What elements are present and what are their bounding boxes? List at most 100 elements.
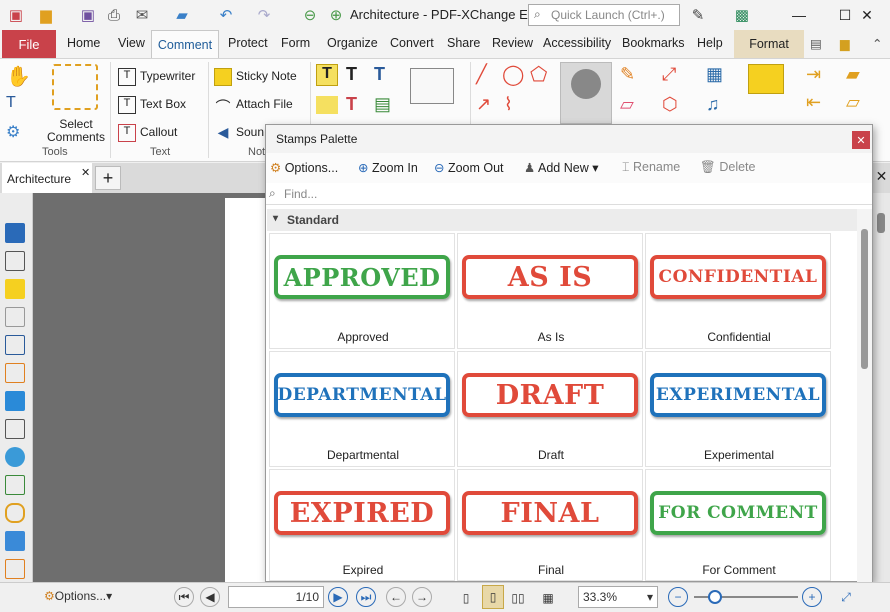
distance-tool-icon[interactable]: ⤢ [662, 64, 676, 85]
close-tab-icon[interactable]: ✕ [81, 166, 90, 179]
close-pane-icon[interactable]: ✕ [873, 168, 890, 190]
palette-scrollbar[interactable] [857, 209, 872, 582]
new-tab-button[interactable]: + [95, 166, 121, 190]
rename-button[interactable]: ⌶ Rename [622, 160, 680, 175]
print-icon[interactable]: ⎙ [104, 5, 124, 25]
find-input[interactable]: ⌕ Find... [266, 183, 872, 205]
quick-launch-input[interactable]: ⌕ Quick Launch (Ctrl+.) [528, 4, 680, 26]
underline-text-icon[interactable]: T [346, 64, 357, 85]
continuous-page-icon[interactable]: ▯ [482, 585, 504, 609]
tab-share[interactable]: Share [447, 36, 480, 50]
continuous-facing-icon[interactable]: ▦ [538, 587, 558, 609]
measure-icon[interactable] [410, 68, 454, 104]
prev-page-button[interactable]: ◀ [200, 587, 220, 607]
hand-tool-icon[interactable]: ✋ [6, 64, 31, 89]
zoom-tool-icon[interactable]: ⚙ [6, 122, 20, 142]
email-icon[interactable]: ✉ [132, 5, 152, 25]
stamp-cell[interactable]: DEPARTMENTAL Departmental [269, 351, 455, 467]
stamp-cell[interactable]: AS IS As Is [457, 233, 643, 349]
vertical-scrollbar[interactable] [873, 193, 890, 582]
redo-icon[interactable]: ↷ [254, 5, 274, 25]
pages-icon[interactable] [5, 251, 25, 271]
first-page-button[interactable]: ⏮ [174, 587, 194, 607]
highlight-text-icon[interactable]: T [316, 64, 338, 86]
area-tool-icon[interactable]: ⬡ [662, 94, 678, 115]
select-text-icon[interactable]: T [6, 94, 16, 112]
attach-file-button[interactable]: ⌒ Attach File [214, 96, 292, 116]
pencil-tool-icon[interactable]: ✎ [620, 64, 635, 85]
save-icon[interactable]: ▣ [78, 5, 98, 25]
oval-tool-icon[interactable]: ◯ [502, 62, 524, 87]
page-number-input[interactable]: 1/10 [228, 586, 324, 608]
tab-review[interactable]: Review [492, 36, 533, 50]
polyline-tool-icon[interactable]: ⌇ [504, 94, 513, 115]
stamp-cell[interactable]: EXPERIMENTAL Experimental [645, 351, 831, 467]
tab-bookmarks[interactable]: Bookmarks [622, 36, 685, 50]
stamp-cell[interactable]: EXPIRED Expired [269, 469, 455, 581]
summarize-comments-icon[interactable] [748, 64, 784, 94]
line-tool-icon[interactable]: ╱ [476, 64, 487, 85]
tab-comment[interactable]: Comment [151, 30, 219, 59]
tab-file[interactable]: File [2, 30, 56, 58]
hide-comments-icon[interactable]: ▱ [846, 92, 860, 113]
scrollbar-thumb[interactable] [877, 213, 885, 233]
select-comments-icon[interactable] [52, 64, 98, 110]
pdf-page[interactable] [225, 198, 270, 582]
document-properties-icon[interactable] [5, 335, 25, 355]
sticky-note-button[interactable]: Sticky Note [214, 68, 297, 86]
single-page-icon[interactable]: ▯ [456, 587, 476, 609]
tab-home[interactable]: Home [67, 36, 100, 50]
signatures-icon[interactable] [5, 363, 25, 383]
layers-icon[interactable] [5, 391, 25, 411]
stamp-cell[interactable]: FOR COMMENT For Comment [645, 469, 831, 581]
open-folder-icon[interactable]: ▆ [36, 5, 56, 25]
location-icon[interactable] [5, 447, 25, 467]
links-icon[interactable] [5, 503, 25, 523]
tags-icon[interactable] [5, 419, 25, 439]
import-comments-icon[interactable]: ⇥ [806, 64, 821, 85]
tab-format[interactable]: Format [734, 30, 804, 58]
select-comments-button[interactable]: Select Comments [44, 118, 108, 144]
section-header-standard[interactable]: ▾ Standard [267, 209, 857, 231]
insert-text-icon[interactable]: ▤ [374, 94, 391, 115]
callout-button[interactable]: T Callout [118, 124, 177, 142]
tab-protect[interactable]: Protect [228, 36, 268, 50]
minimize-button[interactable]: — [776, 0, 822, 30]
zoom-out-status-button[interactable]: − [668, 587, 688, 607]
add-new-button[interactable]: ♟ Add New ▾ [524, 160, 598, 175]
tab-form[interactable]: Form [281, 36, 310, 50]
typewriter-button[interactable]: T Typewriter [118, 68, 195, 86]
strikeout-text-icon[interactable]: T [374, 64, 385, 85]
zoom-select[interactable]: 33.3% ▾ [578, 586, 658, 608]
attachments-icon[interactable] [5, 307, 25, 327]
tag-label-icon[interactable] [5, 531, 25, 551]
collapse-ribbon-icon[interactable]: ⌃ [872, 36, 882, 51]
eraser-tool-icon[interactable]: ▱ [620, 94, 634, 115]
tab-help[interactable]: Help [697, 36, 723, 50]
back-nav-icon[interactable]: ⊖ [300, 5, 320, 25]
forward-nav-icon[interactable]: ⊕ [326, 5, 346, 25]
palette-scrollbar-thumb[interactable] [861, 229, 868, 369]
music-tool-icon[interactable]: ♫ [706, 94, 720, 115]
stamp-cell[interactable]: DRAFT Draft [457, 351, 643, 467]
zoom-in-button[interactable]: ⊕ Zoom In [358, 160, 418, 175]
options-button[interactable]: ⚙ Options... [270, 160, 338, 175]
tab-accessibility[interactable]: Accessibility [543, 36, 611, 50]
document-tab[interactable]: Architecture ✕ [2, 163, 92, 193]
stamp-tool-button[interactable] [560, 62, 612, 124]
tab-view[interactable]: View [118, 36, 145, 50]
status-options-button[interactable]: ⚙ Options... ▾ [44, 589, 112, 603]
comments-icon[interactable] [5, 279, 25, 299]
video-tool-icon[interactable]: ▦ [706, 64, 723, 85]
arrow-tool-icon[interactable]: ↗ [476, 94, 491, 115]
zoom-out-button[interactable]: ⊖ Zoom Out [434, 160, 504, 175]
export-comments-icon[interactable]: ⇤ [806, 92, 821, 113]
text-box-button[interactable]: T Text Box [118, 96, 186, 114]
structure-icon[interactable] [5, 475, 25, 495]
stamp-cell[interactable]: APPROVED Approved [269, 233, 455, 349]
undo-icon[interactable]: ↶ [216, 5, 236, 25]
fullscreen-icon[interactable]: ▩ [732, 5, 752, 25]
delete-button[interactable]: 🗑 Delete [700, 160, 755, 175]
last-page-button[interactable]: ⏭ [356, 587, 376, 607]
bookmarks-icon[interactable] [5, 223, 25, 243]
